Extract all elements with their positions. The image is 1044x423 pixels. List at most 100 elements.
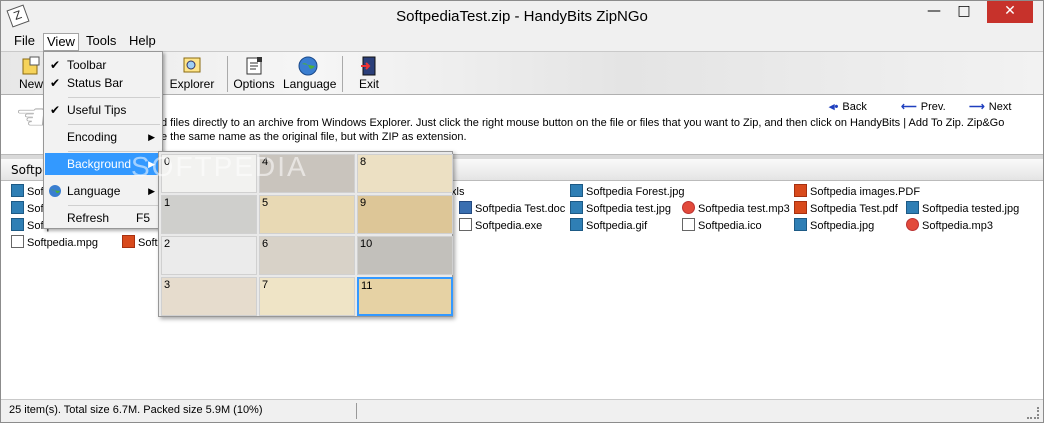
background-swatch-label: 0 <box>164 156 171 168</box>
menu-tools[interactable]: Tools <box>83 33 119 51</box>
pdf-file-icon <box>794 201 807 214</box>
background-swatch-label: 10 <box>360 238 373 250</box>
background-swatch-label: 4 <box>262 156 269 168</box>
background-swatch-7[interactable]: 7 <box>259 277 355 316</box>
explorer-button[interactable]: Explorer <box>161 54 223 94</box>
file-item[interactable]: Softpedia.ico <box>682 218 762 234</box>
tip-back-button[interactable]: ◂• Back <box>829 100 867 113</box>
view-menu-status-bar[interactable]: ✔ Status Bar <box>45 72 162 94</box>
title-bar: Z SoftpediaTest.zip - HandyBits ZipNGo —… <box>1 1 1043 31</box>
menu-separator <box>68 205 160 206</box>
background-submenu: 0 1 2 3 4 5 6 7 8 9 10 11 <box>158 151 453 317</box>
checkmark-icon: ✔ <box>50 103 61 117</box>
file-item[interactable]: Softpedia images.PDF <box>794 184 920 200</box>
explorer-icon <box>183 57 201 73</box>
file-item[interactable]: Softpedia.mpg <box>11 235 98 251</box>
background-swatch-2[interactable]: 2 <box>161 236 257 275</box>
background-swatch-6[interactable]: 6 <box>259 236 355 275</box>
toolbar-separator <box>342 56 343 92</box>
tip-prev-label: Prev. <box>920 101 946 113</box>
background-swatch-label: 5 <box>262 197 269 209</box>
file-item[interactable]: Softpedia Test.doc <box>459 201 565 217</box>
background-swatch-label: 1 <box>164 197 171 209</box>
file-item[interactable]: Softpedia Forest.jpg <box>570 184 684 200</box>
language-button[interactable]: Language <box>283 54 336 94</box>
right-arrow-icon: ⟶ <box>969 101 985 113</box>
toolbar-separator <box>227 56 228 92</box>
image-file-icon <box>570 184 583 197</box>
close-button[interactable]: ✕ <box>987 1 1033 23</box>
background-swatch-3[interactable]: 3 <box>161 277 257 316</box>
options-button[interactable]: Options <box>232 54 276 94</box>
background-swatch-4[interactable]: 4 <box>259 154 355 193</box>
exit-button-label: Exit <box>358 77 379 91</box>
background-swatch-label: 9 <box>360 197 367 209</box>
submenu-arrow-icon: ▶ <box>148 159 155 169</box>
file-item[interactable]: Softpedia tested.jpg <box>906 201 1019 217</box>
minimize-button[interactable]: — <box>919 1 949 23</box>
background-swatch-label: 6 <box>262 238 269 250</box>
resize-grip[interactable] <box>1027 407 1039 419</box>
image-file-icon <box>906 201 919 214</box>
background-swatch-9[interactable]: 9 <box>357 195 453 234</box>
background-swatch-5[interactable]: 5 <box>259 195 355 234</box>
options-button-label: Options <box>233 77 275 91</box>
menu-separator <box>68 151 160 152</box>
options-icon <box>246 57 262 75</box>
submenu-arrow-icon: ▶ <box>148 132 155 142</box>
image-file-icon <box>11 184 24 197</box>
image-file-icon <box>11 218 24 231</box>
exit-button[interactable]: Exit <box>356 54 382 94</box>
file-item[interactable]: Softpedia test.jpg <box>570 201 671 217</box>
menu-bar: File View Tools Help <box>1 31 1043 51</box>
tip-text-line2: e the same name as the original file, bu… <box>161 131 467 143</box>
audio-file-icon <box>906 218 919 231</box>
app-window: Z SoftpediaTest.zip - HandyBits ZipNGo —… <box>0 0 1044 423</box>
view-menu-refresh[interactable]: Refresh F5 <box>45 207 162 229</box>
file-item[interactable]: Softpedia.mp3 <box>906 218 993 234</box>
file-item[interactable]: Softpedia test.mp3 <box>682 201 790 217</box>
word-file-icon <box>459 201 472 214</box>
tip-prev-button[interactable]: ⟵ Prev. <box>901 100 946 113</box>
view-menu-background[interactable]: Background ▶ <box>45 153 162 175</box>
background-swatch-label: 11 <box>361 280 373 292</box>
file-item[interactable]: Softpedia.gif <box>570 218 647 234</box>
menu-help[interactable]: Help <box>126 33 159 51</box>
background-swatch-label: 8 <box>360 156 367 168</box>
status-bar: 25 item(s). Total size 6.7M. Packed size… <box>1 399 1043 422</box>
file-item[interactable]: Softpedia.exe <box>459 218 542 234</box>
menu-separator <box>68 97 160 98</box>
view-menu-dropdown: ✔ Toolbar ✔ Status Bar ✔ Useful Tips Encodi… <box>43 51 163 229</box>
globe-icon <box>298 56 318 76</box>
image-file-icon <box>11 201 24 214</box>
menu-file[interactable]: File <box>11 33 38 51</box>
window-title: SoftpediaTest.zip - HandyBits ZipNGo <box>396 8 648 25</box>
explorer-button-label: Explorer <box>169 77 215 91</box>
pdf-file-icon <box>122 235 135 248</box>
exe-file-icon <box>459 218 472 231</box>
status-text: 25 item(s). Total size 6.7M. Packed size… <box>9 404 263 416</box>
checkmark-icon: ✔ <box>50 76 61 90</box>
background-swatch-11[interactable]: 11 <box>357 277 453 316</box>
maximize-button[interactable]: □ <box>949 1 979 23</box>
background-swatch-1[interactable]: 1 <box>161 195 257 234</box>
pdf-file-icon <box>794 184 807 197</box>
refresh-shortcut: F5 <box>135 211 150 225</box>
audio-file-icon <box>682 201 695 214</box>
new-archive-icon <box>22 56 40 75</box>
background-swatch-8[interactable]: 8 <box>357 154 453 193</box>
view-menu-useful-tips[interactable]: ✔ Useful Tips <box>45 99 162 121</box>
view-menu-encoding[interactable]: Encoding ▶ <box>45 126 162 148</box>
file-item[interactable]: Softpedia.jpg <box>794 218 874 234</box>
file-item[interactable]: Softpedia Test.pdf <box>794 201 898 217</box>
background-swatch-0[interactable]: 0 <box>161 154 257 193</box>
tip-back-label: Back <box>842 101 867 113</box>
file-item[interactable]: xls <box>451 184 464 200</box>
image-file-icon <box>794 218 807 231</box>
background-swatch-10[interactable]: 10 <box>357 236 453 275</box>
view-menu-language[interactable]: Language ▶ <box>45 180 162 202</box>
tip-next-button[interactable]: ⟶ Next <box>969 100 1011 113</box>
menu-view[interactable]: View <box>43 33 79 51</box>
left-arrow-icon: ⟵ <box>901 101 917 113</box>
exit-door-icon <box>361 56 376 76</box>
